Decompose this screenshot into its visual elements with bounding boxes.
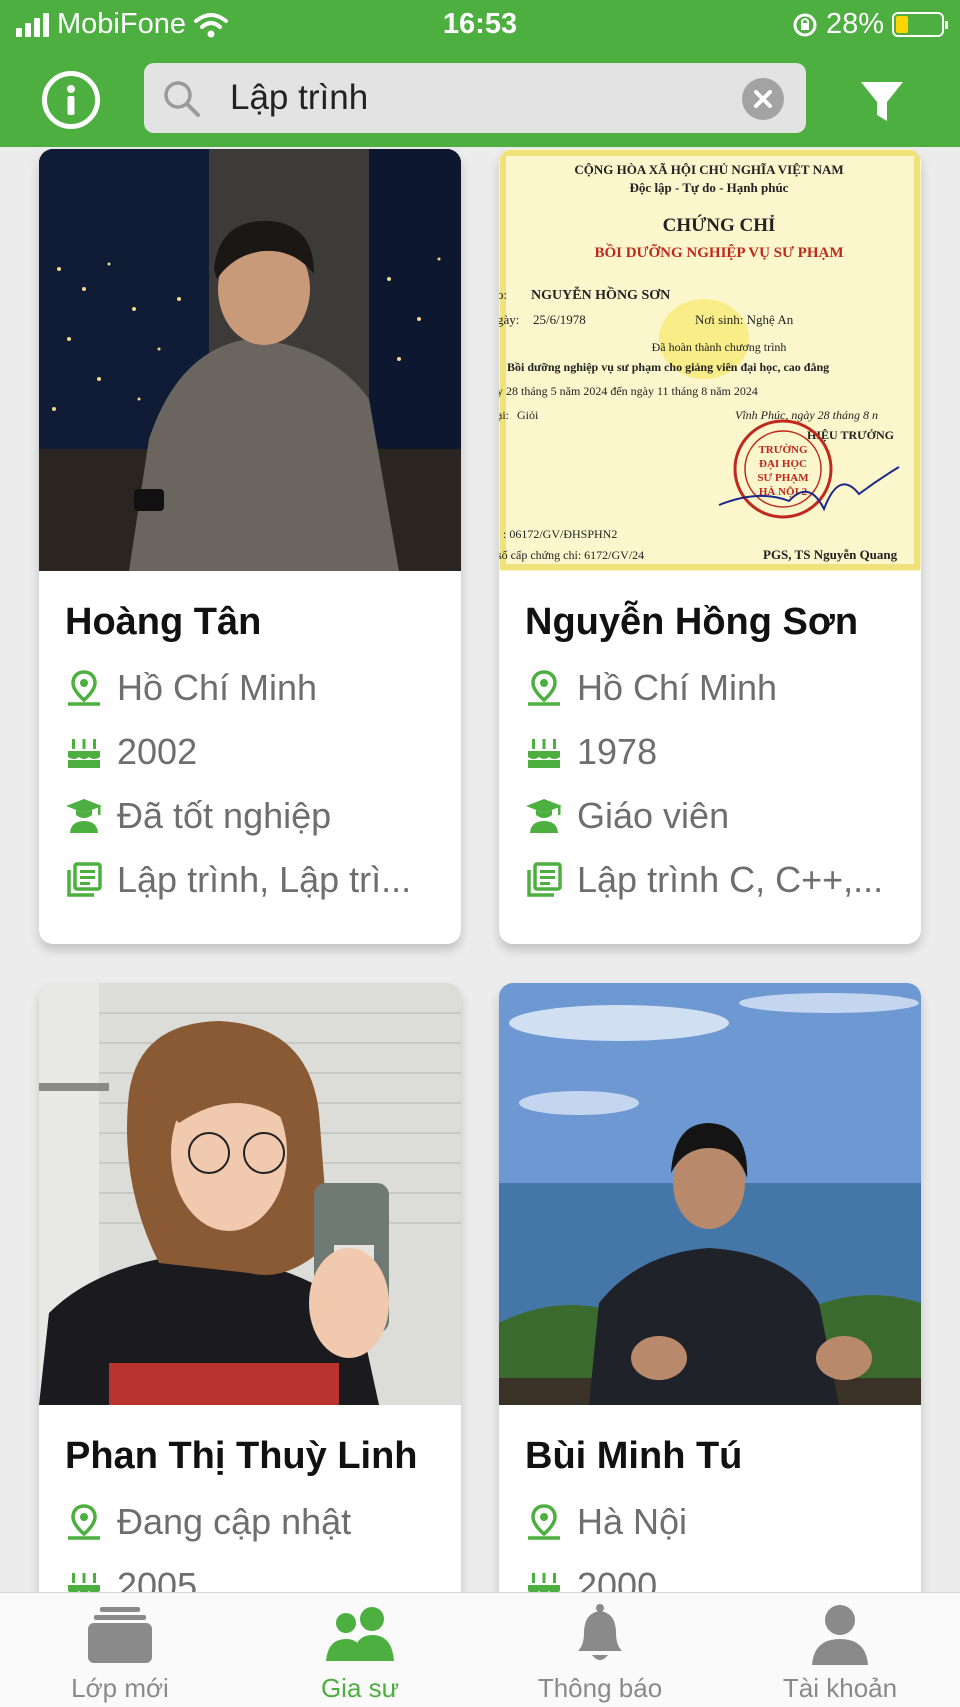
bell-icon: [578, 1604, 622, 1660]
education-text: Giáo viên: [577, 795, 730, 836]
tutor-name: Hoàng Tân: [65, 601, 262, 643]
tutor-card[interactable]: CỘNG HÒA XÃ HỘI CHỦ NGHĨA VIỆT NAM Độc l…: [499, 149, 921, 944]
cert-holder: NGUYỄN HỒNG SƠN: [531, 285, 670, 303]
filter-icon[interactable]: [858, 78, 906, 126]
graduation-icon: [525, 797, 563, 835]
tab-label: Thông báo: [537, 1673, 663, 1703]
tutor-education: Giáo viên: [525, 795, 729, 837]
birthday-cake-icon: [65, 733, 103, 771]
cert-registry: số cấp chứng chỉ: 6172/GV/24: [499, 548, 644, 562]
tab-lop-moi[interactable]: Lớp mới: [0, 1593, 240, 1707]
cert-dob: 25/6/1978: [533, 312, 586, 327]
app: MobiFone 16:53 28% Lập trình Hoàng Tân H…: [0, 0, 960, 1707]
tutor-photo: [39, 983, 461, 1405]
location-pin-icon: [525, 669, 563, 707]
tutor-location: Đang cập nhật: [65, 1501, 351, 1543]
location-text: Đang cập nhật: [117, 1501, 352, 1542]
location-pin-icon: [525, 1503, 563, 1541]
info-icon: [67, 85, 75, 115]
cert-birthplace: Nơi sinh: Nghệ An: [695, 312, 794, 327]
tab-tai-khoan[interactable]: Tài khoản: [720, 1593, 960, 1707]
graduation-icon: [65, 797, 103, 835]
cert-title: CHỨNG CHỈ: [663, 214, 776, 236]
subjects-book-icon: [65, 861, 103, 899]
tab-thong-bao[interactable]: Thông báo: [480, 1593, 720, 1707]
cert-subtitle: BỒI DƯỠNG NGHIỆP VỤ SƯ PHẠM: [594, 243, 843, 261]
person-icon: [812, 1605, 868, 1665]
cert-line-2: Độc lập - Tự do - Hạnh phúc: [630, 180, 789, 195]
battery-level: [896, 16, 908, 33]
status-bar: MobiFone 16:53 28%: [0, 0, 960, 50]
svg-text:ại:: ại:: [499, 408, 509, 422]
bottom-tab-bar: Lớp mới Gia sư Thông báo Tài khoản: [0, 1592, 960, 1707]
tab-gia-su[interactable]: Gia sư: [240, 1593, 480, 1707]
tutor-photo: [39, 149, 461, 571]
search-input[interactable]: [230, 63, 710, 133]
cert-program: Bồi dưỡng nghiệp vụ sư phạm cho giảng vi…: [507, 360, 829, 374]
birth-year-text: 2002: [117, 731, 198, 772]
search-bar: [144, 63, 806, 133]
birth-year-text: 1978: [577, 731, 658, 772]
svg-text:ĐẠI HỌC: ĐẠI HỌC: [759, 458, 807, 470]
subjects-text: Lập trình C, C++,...: [577, 859, 884, 900]
close-icon: [754, 90, 772, 108]
tutor-name: Nguyễn Hồng Sơn: [525, 601, 859, 643]
location-text: Hồ Chí Minh: [577, 667, 778, 708]
tab-label: Gia sư: [320, 1673, 400, 1703]
location-text: Hà Nội: [577, 1501, 688, 1542]
tab-label: Lớp mới: [71, 1673, 169, 1703]
stack-icon: [88, 1607, 152, 1663]
people-icon: [326, 1607, 394, 1661]
tutor-birth-year: 1978: [525, 731, 657, 773]
tutor-location: Hồ Chí Minh: [65, 667, 317, 709]
tutor-name: Bùi Minh Tú: [525, 1435, 743, 1477]
cert-grade: Giỏi: [517, 408, 539, 422]
svg-text:TRƯỜNG: TRƯỜNG: [758, 444, 808, 456]
tutor-location: Hà Nội: [525, 1501, 687, 1543]
tutor-photo: [499, 983, 921, 1405]
location-text: Hồ Chí Minh: [117, 667, 318, 708]
svg-text:SƯ PHẠM: SƯ PHẠM: [757, 472, 809, 484]
search-icon: [164, 81, 200, 117]
clear-search-button[interactable]: [742, 78, 784, 120]
cert-period: y 28 tháng 5 năm 2024 đến ngày 11 tháng …: [499, 384, 758, 398]
location-pin-icon: [65, 1503, 103, 1541]
tutor-subjects: Lập trình, Lập trì...: [65, 859, 411, 901]
rotation-lock-icon: [793, 13, 817, 36]
certificate-photo: CỘNG HÒA XÃ HỘI CHỦ NGHĨA VIỆT NAM Độc l…: [499, 149, 921, 571]
battery-icon: [892, 12, 948, 37]
svg-text:gày:: gày:: [499, 312, 519, 327]
cert-signer: PGS, TS Nguyễn Quang: [763, 547, 898, 562]
tutor-subjects: Lập trình C, C++,...: [525, 859, 883, 901]
cert-number: : 06172/GV/ĐHSPHN2: [503, 527, 617, 541]
tutor-education: Đã tốt nghiệp: [65, 795, 331, 837]
subjects-book-icon: [525, 861, 563, 899]
cert-line-1: CỘNG HÒA XÃ HỘI CHỦ NGHĨA VIỆT NAM: [574, 162, 843, 177]
cert-completed: Đã hoàn thành chương trình: [652, 340, 787, 354]
location-pin-icon: [65, 669, 103, 707]
tutor-card[interactable]: Hoàng Tân Hồ Chí Minh 2002 Đã tốt nghiệp…: [39, 149, 461, 944]
header: MobiFone 16:53 28%: [0, 0, 960, 147]
education-text: Đã tốt nghiệp: [117, 795, 332, 836]
birthday-cake-icon: [525, 733, 563, 771]
subjects-text: Lập trình, Lập trì...: [117, 859, 412, 900]
cert-place-date: Vĩnh Phúc, ngày 28 tháng 8 n: [735, 408, 878, 422]
svg-text:o:: o:: [499, 287, 507, 302]
battery-percent: 28%: [825, 8, 884, 40]
tutor-name: Phan Thị Thuỳ Linh: [65, 1435, 418, 1477]
info-button[interactable]: [42, 71, 100, 129]
tutor-birth-year: 2002: [65, 731, 197, 773]
tutor-location: Hồ Chí Minh: [525, 667, 777, 709]
tab-label: Tài khoản: [782, 1673, 898, 1703]
